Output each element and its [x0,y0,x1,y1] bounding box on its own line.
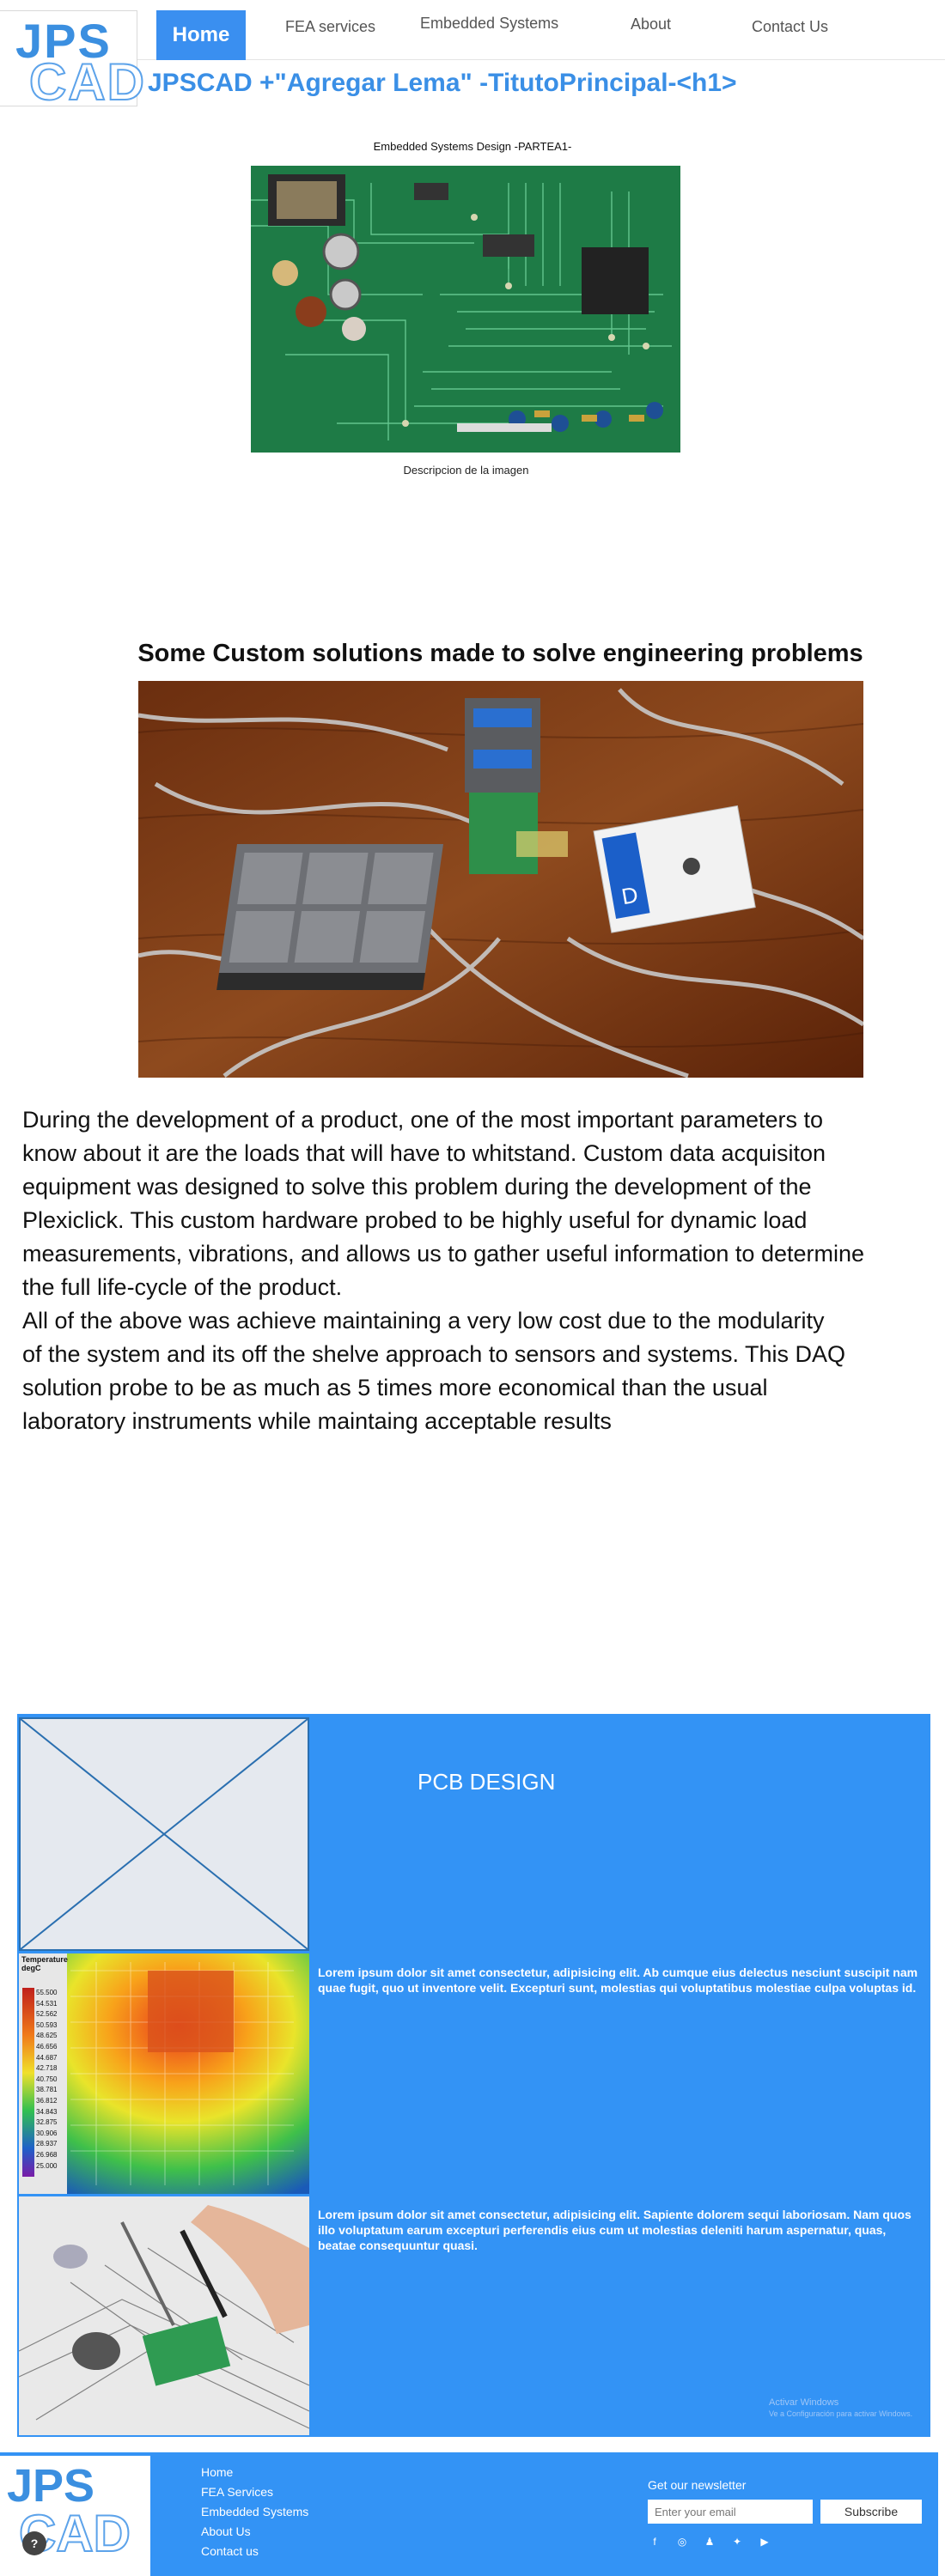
thermal-legend-value: 38.781 [36,2086,58,2094]
image-placeholder [19,1717,309,1951]
page-title: JPSCAD +"Agregar Lema" -TitutoPrincipal-… [148,69,737,97]
footer-links: Home FEA Services Embedded Systems About… [201,2463,308,2561]
thermal-legend-values: 55.500 54.531 52.562 50.593 48.625 46.656 44.6… [36,1988,67,2172]
thermal-legend-value: 25.000 [36,2161,58,2170]
thermal-legend-value: 46.656 [36,2042,58,2050]
pcb-design-title: PCB DESIGN [418,1769,556,1795]
footer-link-home[interactable]: Home [201,2463,308,2482]
newsletter-email-input[interactable] [648,2500,813,2524]
windows-watermark-subtitle: Ve a Configuración para activar Windows. [769,2409,913,2418]
footer-logo[interactable]: JPS CAD [0,2456,150,2576]
footer-link-fea-services[interactable]: FEA Services [201,2482,308,2502]
windows-watermark-title: Activar Windows [769,2397,839,2408]
thermal-legend-value: 44.687 [36,2053,58,2062]
thermal-legend-value: 32.875 [36,2118,58,2127]
youtube-icon[interactable]: ▶ [758,2536,771,2548]
pcb-text-2: Lorem ipsum dolor sit amet consectetur, … [318,2208,911,2252]
logo-text-bottom: CAD [28,52,146,112]
newsletter-label: Get our newsletter [648,2478,747,2492]
nav-home[interactable]: Home [156,10,246,60]
nav-embedded-systems[interactable]: Embedded Systems [420,15,558,33]
thermal-legend-value: 42.718 [36,2064,58,2073]
soldering-photo [19,2196,309,2435]
thermal-legend-value: 54.531 [36,1999,58,2008]
instagram-icon[interactable]: ◎ [675,2536,689,2548]
figure-title: Embedded Systems Design -PARTEA1- [373,140,572,153]
footer-link-embedded-systems[interactable]: Embedded Systems [201,2502,308,2522]
thermal-legend-title: Temperature degC [21,1955,68,1972]
pcb-photo [251,166,680,453]
footer-link-contact-us[interactable]: Contact us [201,2542,308,2561]
subscribe-button[interactable]: Subscribe [820,2500,922,2524]
thermal-legend-value: 36.812 [36,2096,58,2105]
help-icon[interactable]: ? [22,2531,46,2555]
nav-fea-services[interactable]: FEA services [285,18,375,36]
twitter-icon[interactable]: ✦ [730,2536,744,2548]
site-logo[interactable]: JPS CAD [0,10,145,112]
thermal-legend-value: 50.593 [36,2020,58,2029]
thermal-legend-value: 26.968 [36,2150,58,2159]
figure-caption: Descripcion de la imagen [403,464,529,477]
pcb-text-1: Lorem ipsum dolor sit amet consectetur, … [318,1965,918,1995]
thermal-legend-value: 55.500 [36,1989,58,1996]
nav-contact-us[interactable]: Contact Us [752,18,828,36]
footer-link-about-us[interactable]: About Us [201,2522,308,2542]
thermal-legend-value: 30.906 [36,2129,58,2137]
thermal-simulation-image: Temperature degC 55.500 54.531 52.562 50.59… [19,1953,309,2194]
body-paragraph-1: During the development of a product, one… [22,1107,865,1300]
main-nav: Home FEA services Embedded Systems About… [137,10,945,60]
thermal-legend-value: 28.937 [36,2140,58,2148]
daq-hardware-photo: D [138,681,863,1078]
thermal-legend-value: 40.750 [36,2075,58,2083]
thermal-legend-value: 34.843 [36,2107,58,2116]
thermal-legend-value: 48.625 [36,2032,58,2040]
body-paragraph-2: All of the above was achieve maintaining… [22,1308,845,1434]
snapchat-icon[interactable]: ♟ [703,2536,716,2548]
nav-about[interactable]: About [631,15,671,33]
facebook-icon[interactable]: f [648,2536,662,2548]
section-title: Some Custom solutions made to solve engi… [137,640,863,667]
thermal-legend-value: 52.562 [36,2010,58,2019]
